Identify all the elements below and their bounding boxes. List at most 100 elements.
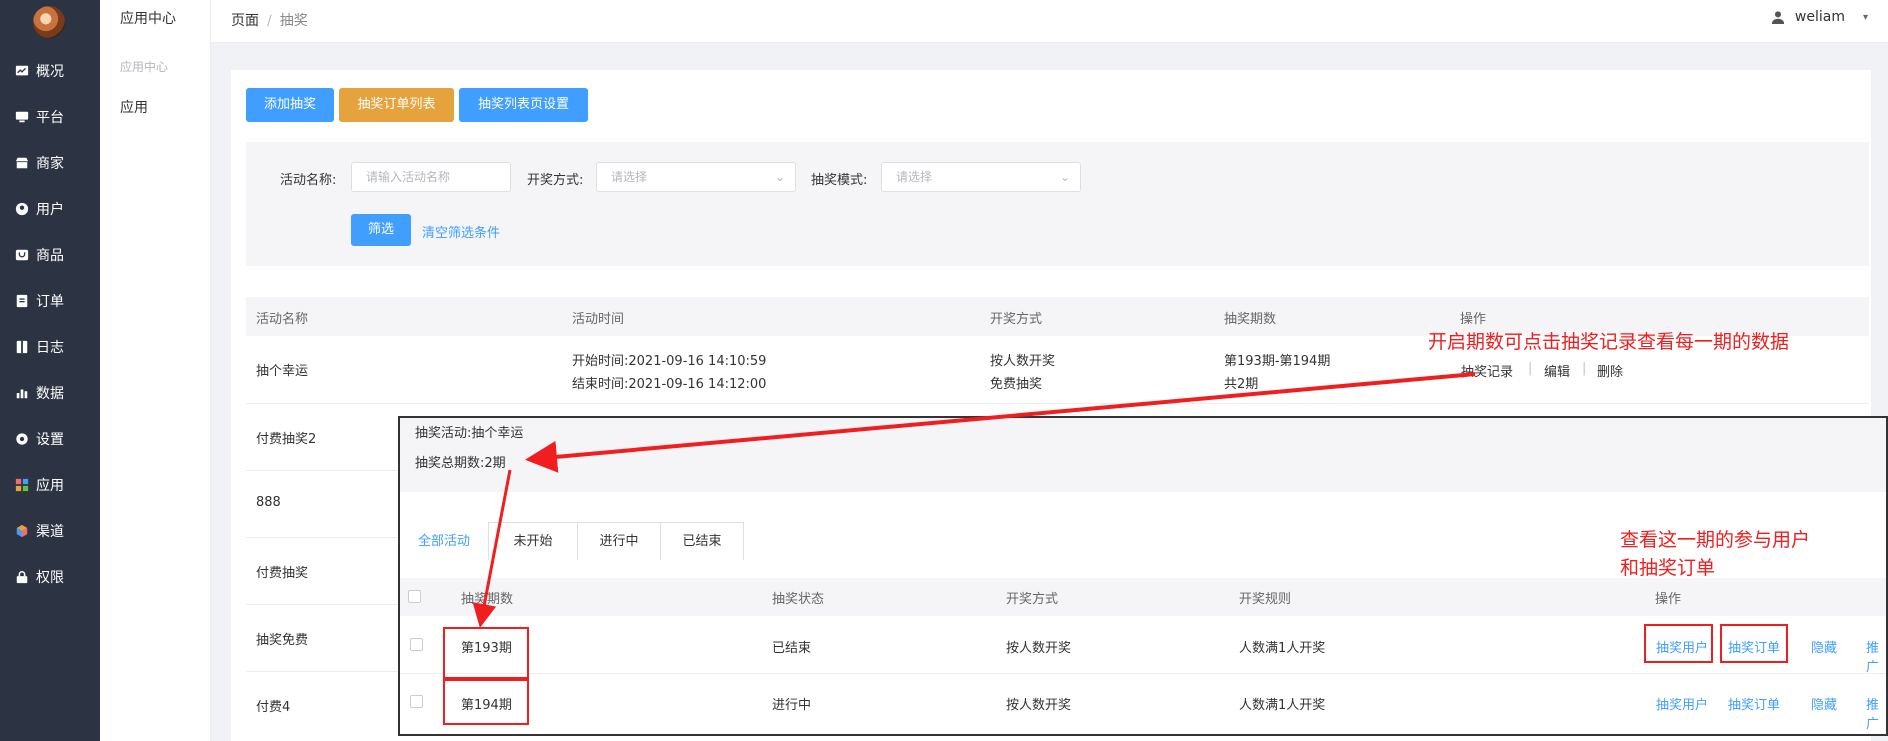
nav-item-goods[interactable]: 商品: [0, 232, 100, 278]
list-page-settings-button[interactable]: 抽奖列表页设置: [459, 88, 588, 122]
nav-label: 概况: [36, 64, 64, 80]
lottery-users-link[interactable]: 抽奖用户: [1656, 694, 1708, 713]
highlight-lottery-orders: [1720, 624, 1788, 663]
row1-end-time: 结束时间:2021-09-16 14:12:00: [572, 377, 767, 392]
user-icon: [14, 202, 29, 217]
row-checkbox[interactable]: [410, 695, 423, 708]
nav-item-user[interactable]: 用户: [0, 186, 100, 232]
activity-name-label: 活动名称:: [280, 173, 337, 188]
col-draw-method: 开奖方式: [1006, 592, 1059, 607]
edit-link[interactable]: 编辑: [1544, 361, 1570, 380]
chart-icon: [14, 386, 29, 401]
nav-label: 订单: [36, 294, 64, 310]
draw-method-select[interactable]: 请选择 ⌄: [596, 162, 796, 192]
annotation-top: 开启期数可点击抽奖记录查看每一期的数据: [1428, 331, 1790, 353]
period-status: 进行中: [772, 698, 812, 713]
nav-item-overview[interactable]: 概况: [0, 48, 100, 94]
main-sidebar: 概况 平台 商家 用户 商品 订单 日志 数据 设置 应用 渠道 权限: [0, 0, 100, 741]
col-name: 活动名称: [256, 312, 309, 327]
col-time: 活动时间: [572, 312, 625, 327]
nav-label: 用户: [36, 202, 64, 218]
nav-label: 设置: [36, 432, 64, 448]
delete-link[interactable]: 删除: [1597, 361, 1623, 380]
activity-name-input[interactable]: 请输入活动名称: [351, 162, 511, 192]
hide-link[interactable]: 隐藏: [1811, 694, 1837, 713]
breadcrumb: 页面 / 抽奖: [231, 10, 308, 30]
breadcrumb-root[interactable]: 页面: [231, 13, 259, 29]
table-row-name: 付费抽奖: [256, 566, 309, 581]
draw-mode-select[interactable]: 请选择 ⌄: [881, 162, 1081, 192]
nav-item-merchant[interactable]: 商家: [0, 140, 100, 186]
periods-table-header: 抽奖期数 抽奖状态 开奖方式 开奖规则 操作: [400, 578, 1886, 616]
subsidebar-item-apps[interactable]: 应用: [120, 97, 148, 117]
apps-icon: [14, 478, 29, 493]
nav-item-log[interactable]: 日志: [0, 324, 100, 370]
row-checkbox[interactable]: [410, 638, 423, 651]
order-icon: [14, 294, 29, 309]
nav-item-apps[interactable]: 应用: [0, 462, 100, 508]
period-draw-rule: 人数满1人开奖: [1239, 641, 1326, 656]
action-separator: |: [1582, 361, 1587, 376]
nav-item-settings[interactable]: 设置: [0, 416, 100, 462]
col-period: 抽奖期数: [461, 592, 514, 607]
panel-activity-name: 抽奖活动:抽个幸运: [415, 426, 524, 441]
select-all-checkbox[interactable]: [408, 590, 421, 603]
nav-item-permission[interactable]: 权限: [0, 554, 100, 600]
nav-item-platform[interactable]: 平台: [0, 94, 100, 140]
logo[interactable]: [33, 6, 65, 38]
period-draw-method: 按人数开奖: [1006, 698, 1072, 713]
col-actions: 操作: [1655, 592, 1682, 607]
nav-item-order[interactable]: 订单: [0, 278, 100, 324]
clear-filters-link[interactable]: 清空筛选条件: [422, 222, 500, 241]
period-draw-method: 按人数开奖: [1006, 641, 1072, 656]
gear-icon: [14, 432, 29, 447]
promote-link[interactable]: 推广: [1866, 694, 1886, 732]
tab-all[interactable]: 全部活动: [400, 522, 488, 560]
lottery-orders-button[interactable]: 抽奖订单列表: [339, 88, 454, 122]
row1-start-time: 开始时间:2021-09-16 14:10:59: [572, 354, 767, 369]
top-bar: 页面 / 抽奖 weliam ▾: [211, 0, 1888, 43]
lottery-records-link[interactable]: 抽奖记录: [1461, 361, 1513, 380]
username: weliam: [1794, 9, 1845, 25]
table-row-name: 888: [256, 495, 281, 510]
draw-mode-placeholder: 请选择: [896, 170, 933, 184]
col-method: 开奖方式: [990, 312, 1043, 327]
highlight-period-193: [443, 627, 529, 679]
hide-link[interactable]: 隐藏: [1811, 637, 1837, 656]
monitor-icon: [14, 110, 29, 125]
row1-period-total: 共2期: [1224, 377, 1259, 392]
table-row-name: 付费抽奖2: [256, 432, 317, 447]
add-lottery-button[interactable]: 添加抽奖: [246, 88, 334, 122]
tab-ended[interactable]: 已结束: [660, 522, 744, 560]
nav-label: 平台: [36, 110, 64, 126]
promote-link[interactable]: 推广: [1866, 637, 1886, 675]
draw-method-placeholder: 请选择: [611, 170, 648, 184]
nav-label: 商家: [36, 156, 64, 172]
goods-icon: [14, 248, 29, 263]
user-menu[interactable]: weliam ▾: [1771, 9, 1868, 25]
nav-item-data[interactable]: 数据: [0, 370, 100, 416]
nav-label: 日志: [36, 340, 64, 356]
tab-not-started[interactable]: 未开始: [488, 522, 578, 560]
row-divider: [400, 673, 1886, 674]
subsidebar-title: 应用中心: [120, 11, 176, 27]
period-status: 已结束: [772, 641, 812, 656]
lock-icon: [14, 570, 29, 585]
row1-method-1: 按人数开奖: [990, 354, 1056, 369]
dashboard-icon: [14, 64, 29, 79]
breadcrumb-separator: /: [267, 13, 272, 29]
col-draw-rule: 开奖规则: [1239, 592, 1292, 607]
filter-button[interactable]: 筛选: [351, 214, 411, 246]
col-actions: 操作: [1460, 312, 1487, 327]
secondary-sidebar: 应用中心 应用中心 应用: [100, 0, 211, 741]
tab-in-progress[interactable]: 进行中: [577, 522, 661, 560]
annotation-right-line-1: 查看这一期的参与用户: [1620, 529, 1811, 551]
lottery-orders-link[interactable]: 抽奖订单: [1728, 694, 1780, 713]
row1-method-2: 免费抽奖: [990, 377, 1043, 392]
chevron-down-icon: ▾: [1862, 11, 1868, 23]
panel-total-periods: 抽奖总期数:2期: [415, 456, 506, 471]
nav-item-channel[interactable]: 渠道: [0, 508, 100, 554]
nav-label: 权限: [36, 570, 64, 586]
draw-mode-label: 抽奖模式:: [811, 173, 868, 188]
row1-period-range: 第193期-第194期: [1224, 354, 1331, 369]
